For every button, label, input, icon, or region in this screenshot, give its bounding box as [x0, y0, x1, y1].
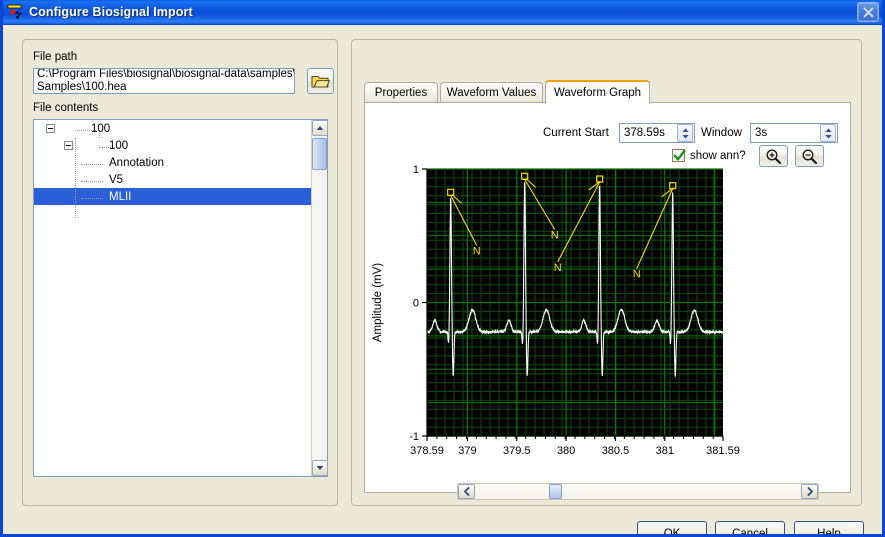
scroll-down-icon[interactable]: [312, 460, 328, 476]
tab-waveform-values[interactable]: Waveform Values: [440, 82, 543, 102]
svg-text:1: 1: [413, 164, 419, 176]
svg-text:381.59: 381.59: [706, 445, 740, 457]
tab-label: Waveform Graph: [553, 87, 642, 99]
window-label: Window: [701, 127, 742, 139]
svg-text:N: N: [633, 269, 641, 281]
tab-strip: Properties Waveform Values Waveform Grap…: [364, 80, 851, 104]
chart-scroll-thumb[interactable]: [549, 484, 562, 499]
file-contents-label: File contents: [33, 102, 99, 114]
svg-text:Amplitude (mV): Amplitude (mV): [372, 263, 384, 342]
folder-open-icon[interactable]: [307, 68, 334, 94]
svg-text:378.59: 378.59: [410, 445, 444, 457]
tree-item-root[interactable]: 100: [34, 120, 311, 137]
tree-vertical-scrollbar[interactable]: [311, 120, 328, 476]
svg-text:0: 0: [413, 298, 419, 310]
dialog-client: File path C:\Program Files\biosignal\bio…: [3, 25, 882, 534]
help-button-label: Help: [817, 527, 841, 537]
svg-text:N: N: [551, 229, 559, 241]
tab-properties[interactable]: Properties: [364, 82, 438, 102]
file-path-clipped-line: C:\Program Files\biosignal\biosignal-dat…: [37, 68, 294, 80]
file-contents-tree[interactable]: 100 100 Annotation V5 MLII: [33, 119, 328, 477]
chevron-right-icon[interactable]: [801, 484, 818, 499]
svg-text:379: 379: [458, 445, 476, 457]
close-icon[interactable]: [857, 2, 879, 22]
tree-item-label: MLII: [109, 190, 132, 203]
file-path-value: Samples\100.hea: [37, 81, 127, 93]
file-path-input[interactable]: C:\Program Files\biosignal\biosignal-dat…: [33, 68, 295, 94]
file-path-label: File path: [33, 51, 78, 63]
window-stepper[interactable]: [820, 124, 836, 142]
title-bar: Configure Biosignal Import: [3, 0, 882, 25]
svg-text:N: N: [554, 262, 562, 274]
svg-text:380: 380: [557, 445, 575, 457]
tree-item-label: V5: [109, 173, 124, 186]
window-input[interactable]: 3s: [750, 123, 838, 143]
chevron-left-icon[interactable]: [458, 484, 475, 499]
svg-text:379.5: 379.5: [503, 445, 531, 457]
scroll-up-icon[interactable]: [312, 120, 328, 136]
current-start-label: Current Start: [543, 127, 609, 139]
current-start-stepper[interactable]: [677, 124, 693, 142]
tree-connector: [81, 181, 103, 182]
cancel-button[interactable]: Cancel: [715, 521, 785, 537]
waveform-chart-svg: N N N N 1 0 -1 378.59 379 379.5 380 380.5 381 381.59…: [372, 164, 740, 457]
tree-scroll-thumb[interactable]: [312, 138, 327, 170]
waveform-chart[interactable]: N N N N 1 0 -1 378.59 379 379.5 380 380.5 381 381.59…: [365, 158, 852, 457]
chart-horizontal-scrollbar[interactable]: [457, 483, 819, 500]
tab-waveform-graph[interactable]: Waveform Graph: [545, 80, 650, 104]
ok-button-label: OK: [663, 527, 681, 537]
current-start-input[interactable]: 378.59s: [619, 123, 695, 143]
waveform-group: Properties Waveform Values Waveform Grap…: [351, 39, 862, 506]
svg-text:-1: -1: [409, 431, 419, 443]
collapse-icon[interactable]: [46, 124, 55, 133]
tree-connector: [81, 164, 103, 165]
svg-text:381: 381: [656, 445, 674, 457]
tab-label: Waveform Values: [446, 86, 537, 99]
window-value: 3s: [755, 127, 768, 139]
tree-item-label: 100: [91, 122, 111, 135]
svg-text:N: N: [473, 245, 481, 257]
current-start-value: 378.59s: [624, 127, 665, 139]
svg-text:380.5: 380.5: [602, 445, 630, 457]
cancel-button-label: Cancel: [732, 527, 768, 537]
dialog-window: Configure Biosignal Import File path C:\…: [0, 0, 885, 537]
file-group: File path C:\Program Files\biosignal\bio…: [22, 39, 338, 506]
tree-body: 100 100 Annotation V5 MLII: [34, 120, 311, 476]
tree-item-label: 100: [109, 139, 129, 152]
tree-connector: [75, 138, 76, 218]
tree-item-label: Annotation: [109, 156, 164, 169]
tab-label: Properties: [374, 86, 428, 99]
collapse-icon[interactable]: [64, 141, 73, 150]
window-title: Configure Biosignal Import: [29, 5, 193, 19]
tree-connector: [81, 198, 103, 199]
waveform-graph-panel: Current Start 378.59s Window 3s show ann…: [364, 102, 852, 500]
biosignal-heart-icon: [7, 4, 24, 21]
help-button[interactable]: Help: [794, 521, 864, 537]
ok-button[interactable]: OK: [637, 521, 707, 537]
